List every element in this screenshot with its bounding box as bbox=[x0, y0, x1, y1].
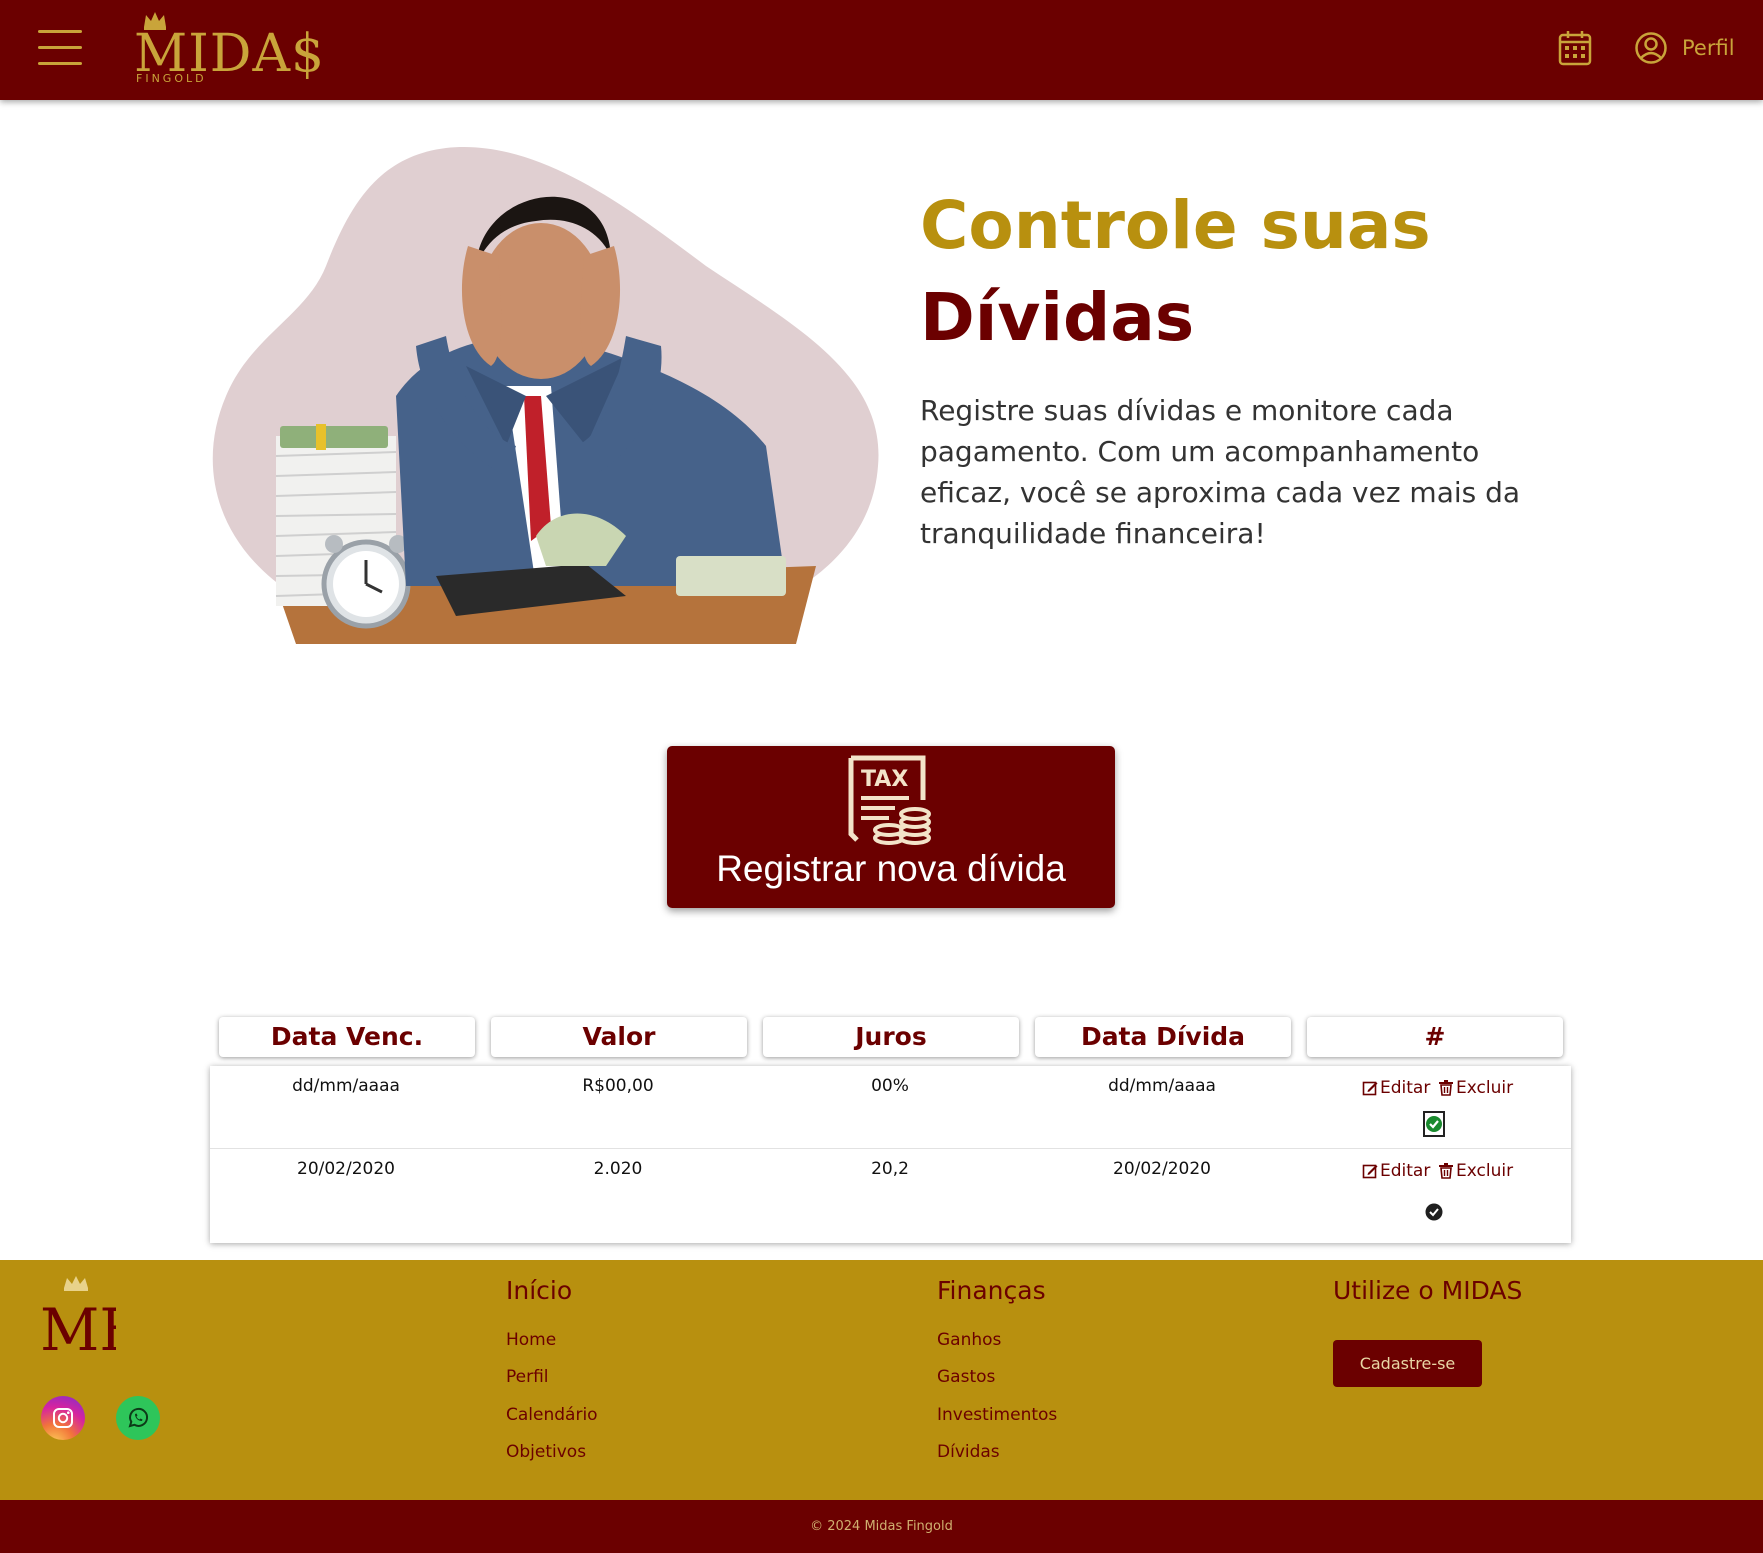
footer-link-perfil[interactable]: Perfil bbox=[506, 1367, 549, 1387]
mf-logo[interactable]: MF bbox=[40, 1274, 116, 1358]
calendar-icon[interactable] bbox=[1558, 30, 1592, 66]
footer-heading-inicio: Início bbox=[506, 1276, 573, 1305]
edit-button[interactable]: Editar bbox=[1362, 1078, 1430, 1098]
trash-icon bbox=[1439, 1163, 1453, 1179]
delete-button[interactable]: Excluir bbox=[1438, 1078, 1513, 1098]
cell-valor: R$00,00 bbox=[582, 1076, 654, 1096]
top-navbar: MIDA$ FINGOLD Perfil bbox=[0, 0, 1763, 100]
logo-subtitle: FINGOLD bbox=[136, 72, 207, 85]
signup-button[interactable]: Cadastre-se bbox=[1333, 1340, 1482, 1387]
cell-data-venc: dd/mm/aaaa bbox=[292, 1076, 400, 1096]
footer-link-home[interactable]: Home bbox=[506, 1330, 556, 1350]
footer-heading-utilize: Utilize o MIDAS bbox=[1333, 1276, 1523, 1305]
user-circle-icon bbox=[1635, 32, 1667, 64]
col-header-data-divida[interactable]: Data Dívida bbox=[1035, 1017, 1291, 1057]
footer-link-gastos[interactable]: Gastos bbox=[937, 1367, 995, 1387]
cell-valor: 2.020 bbox=[593, 1159, 643, 1179]
edit-icon bbox=[1362, 1164, 1378, 1179]
row-divider bbox=[210, 1148, 1571, 1149]
col-header-data-venc[interactable]: Data Venc. bbox=[219, 1017, 475, 1057]
col-header-valor[interactable]: Valor bbox=[491, 1017, 747, 1057]
footer-link-dividas[interactable]: Dívidas bbox=[937, 1442, 1000, 1462]
col-header-actions[interactable]: # bbox=[1307, 1017, 1563, 1057]
delete-button[interactable]: Excluir bbox=[1438, 1161, 1513, 1181]
edit-label: Editar bbox=[1380, 1078, 1431, 1098]
copyright-bar: © 2024 Midas Fingold bbox=[0, 1500, 1763, 1553]
hero-title-line2: Dívidas bbox=[920, 279, 1195, 356]
svg-text:MF: MF bbox=[40, 1296, 116, 1358]
delete-label: Excluir bbox=[1456, 1078, 1514, 1098]
profile-link[interactable]: Perfil bbox=[1634, 28, 1735, 68]
paid-toggle-icon[interactable] bbox=[1425, 1203, 1443, 1221]
hero-description: Registre suas dívidas e monitore cada pa… bbox=[920, 394, 1521, 550]
cell-data-divida: dd/mm/aaaa bbox=[1108, 1076, 1216, 1096]
svg-text:TAX: TAX bbox=[861, 767, 908, 792]
footer-heading-financas: Finanças bbox=[937, 1276, 1046, 1305]
register-debt-button[interactable]: TAX Registrar nova dívida bbox=[667, 746, 1115, 908]
delete-label: Excluir bbox=[1456, 1161, 1514, 1181]
midas-logo[interactable]: MIDA$ FINGOLD bbox=[130, 8, 324, 88]
cell-data-divida: 20/02/2020 bbox=[1113, 1159, 1211, 1179]
footer-link-objetivos[interactable]: Objetivos bbox=[506, 1442, 586, 1462]
debts-table: dd/mm/aaaa R$00,00 00% dd/mm/aaaa Editar… bbox=[210, 1066, 1571, 1243]
register-debt-label: Registrar nova dívida bbox=[716, 848, 1066, 889]
whatsapp-icon[interactable] bbox=[116, 1396, 160, 1440]
trash-icon bbox=[1439, 1080, 1453, 1096]
paid-checkbox-checked-icon[interactable] bbox=[1423, 1111, 1445, 1137]
edit-icon bbox=[1362, 1081, 1378, 1096]
profile-label: Perfil bbox=[1682, 36, 1735, 60]
cell-juros: 20,2 bbox=[871, 1159, 909, 1179]
footer: MF Início Home Perfil Calendário Objetiv… bbox=[0, 1260, 1763, 1500]
footer-link-investimentos[interactable]: Investimentos bbox=[937, 1405, 1057, 1425]
footer-link-ganhos[interactable]: Ganhos bbox=[937, 1330, 1001, 1350]
cell-juros: 00% bbox=[871, 1076, 909, 1096]
tax-document-icon: TAX bbox=[848, 755, 931, 845]
hero-illustration bbox=[206, 146, 882, 645]
hero-title-line1: Controle suas bbox=[920, 187, 1431, 264]
footer-link-calendario[interactable]: Calendário bbox=[506, 1405, 598, 1425]
menu-icon[interactable] bbox=[38, 30, 82, 68]
cell-data-venc: 20/02/2020 bbox=[297, 1159, 395, 1179]
hero-title: Controle suas Dívidas bbox=[920, 180, 1431, 364]
edit-button[interactable]: Editar bbox=[1362, 1161, 1430, 1181]
instagram-icon[interactable] bbox=[41, 1396, 85, 1440]
col-header-juros[interactable]: Juros bbox=[763, 1017, 1019, 1057]
edit-label: Editar bbox=[1380, 1161, 1431, 1181]
